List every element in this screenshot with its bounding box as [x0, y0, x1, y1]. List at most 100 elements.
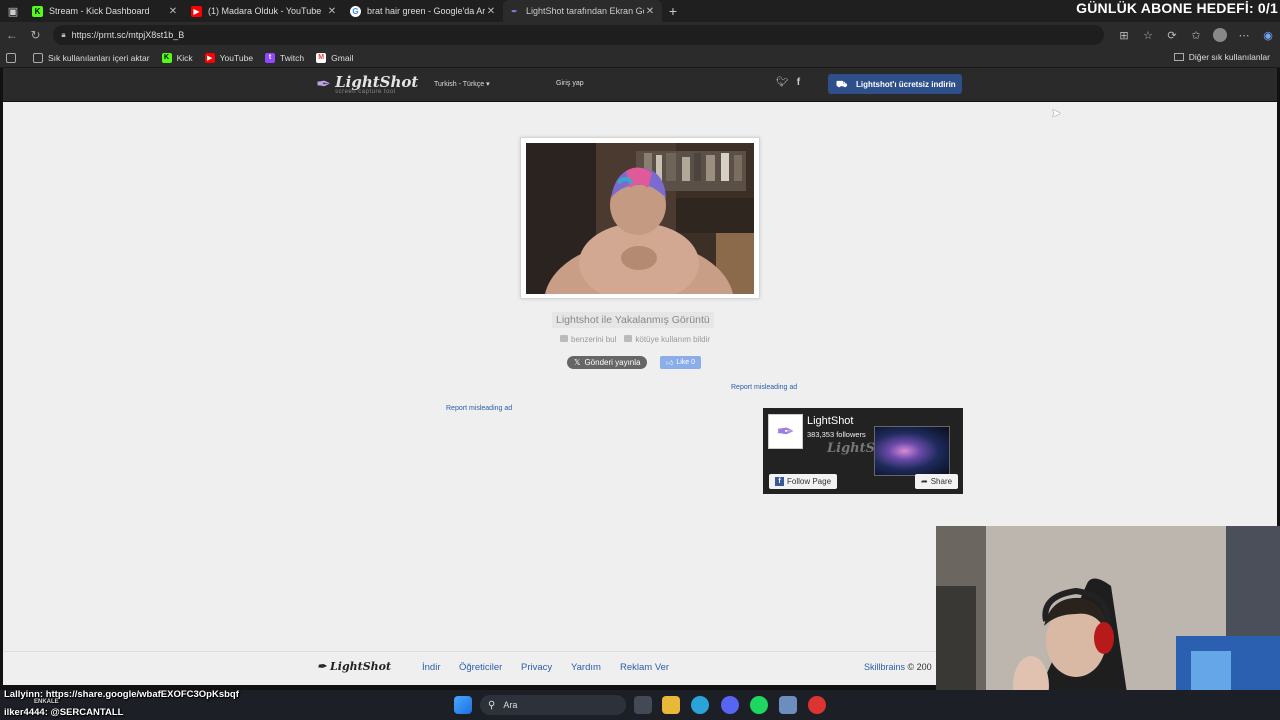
tab-label: (1) Madara Olduk - YouTube — [208, 6, 322, 16]
screenshot-photo — [526, 143, 754, 294]
bookmark-kick[interactable]: K Kick — [161, 52, 193, 63]
close-icon[interactable]: ✕ — [485, 6, 497, 17]
search-icon: ⚲ — [488, 699, 496, 711]
download-icon: ⛟ — [836, 79, 848, 89]
x-logo-icon: 𝕏 — [574, 358, 581, 367]
screenshot-actions: benzerini bul kötüye kullanım bildir — [560, 335, 710, 344]
back-icon[interactable]: ← — [0, 28, 24, 42]
footer-link-tutorials[interactable]: Öğreticiler — [459, 662, 502, 673]
app-icon[interactable] — [779, 696, 797, 714]
facebook-like-button[interactable]: 👍︎ Like 0 — [660, 356, 702, 369]
discord-icon[interactable] — [721, 696, 739, 714]
tweet-button[interactable]: 𝕏 Gönderi yayınla — [567, 356, 648, 369]
download-button[interactable]: ⛟ Lightshot'ı ücretsiz indirin — [828, 74, 962, 94]
report-ad-link[interactable]: Report misleading ad — [446, 405, 512, 412]
profile-avatar[interactable] — [1213, 28, 1228, 42]
browser-tab-strip: ▣ K Stream - Kick Dashboard ✕ ▶ (1) Mada… — [0, 0, 1280, 22]
bookmark-youtube[interactable]: ▶ YouTube — [204, 52, 254, 63]
tab-actions-icon[interactable]: ▣ — [0, 0, 26, 22]
taskbar-search-label: Ara — [503, 700, 518, 710]
footer-link-advertise[interactable]: Reklam Ver — [620, 662, 669, 673]
screenshot-frame — [520, 137, 760, 299]
footer-logo[interactable]: ✒ LightShot — [317, 660, 391, 673]
chat-small-label: ENKALE — [34, 699, 59, 705]
find-similar-label: benzerini bul — [571, 335, 617, 344]
report-abuse-link[interactable]: kötüye kullanım bildir — [624, 335, 710, 344]
bookmark-label: Gmail — [331, 52, 354, 63]
camera-icon — [560, 335, 568, 342]
folder-icon — [1173, 53, 1184, 61]
footer-link-privacy[interactable]: Privacy — [521, 662, 552, 673]
close-icon[interactable]: ✕ — [167, 6, 179, 17]
trash-icon — [624, 335, 633, 342]
taskbar-search[interactable]: ⚲ Ara — [480, 695, 626, 715]
bookmark-gmail[interactable]: M Gmail — [316, 52, 354, 63]
other-favorites-folder[interactable]: Diğer sık kullanılanlar — [1173, 52, 1270, 62]
share-icon: ➦ — [921, 477, 928, 486]
spotify-icon[interactable] — [750, 696, 768, 714]
kick-icon: K — [161, 52, 172, 63]
bookmark-label: Kick — [176, 52, 193, 63]
language-label: Turkish - Türkçe — [434, 81, 485, 88]
download-label: Lightshot'ı ücretsiz indirin — [856, 79, 956, 89]
page-avatar[interactable]: ✒ — [768, 414, 803, 449]
address-bar[interactable]: 🔒︎ https://prnt.sc/mtpjX8st1b_B — [53, 25, 1105, 45]
bookmarks-toggle[interactable] — [6, 52, 21, 63]
report-ad-link[interactable]: Report misleading ad — [731, 384, 797, 391]
new-tab-button[interactable]: + — [662, 3, 684, 19]
follow-page-button[interactable]: f Follow Page — [769, 474, 838, 489]
refresh-icon[interactable]: ↻ — [24, 28, 48, 42]
task-view-icon[interactable] — [634, 696, 652, 714]
footer-logo-text: LightShot — [330, 660, 392, 673]
find-similar-link[interactable]: benzerini bul — [560, 335, 616, 344]
favorites-icon[interactable]: ✩ — [1184, 29, 1208, 42]
bookmark-label: Twitch — [280, 52, 305, 63]
subscriber-goal-overlay: GÜNLÜK ABONE HEDEFİ: 0/1 — [1076, 0, 1278, 16]
screenshot-caption: Lightshot ile Yakalanmış Görüntü — [552, 312, 714, 328]
bookmark-twitch[interactable]: t Twitch — [265, 52, 305, 63]
like-label: Like 0 — [676, 359, 696, 366]
lightshot-icon: ✒ — [511, 6, 518, 16]
lightshot-logo[interactable]: ✒ LightShot screen capture tool — [316, 74, 418, 95]
star-icon[interactable]: ☆ — [1136, 29, 1160, 42]
thumbs-up-icon: 👍︎ — [666, 360, 674, 367]
footer-link-help[interactable]: Yardım — [571, 662, 601, 673]
sidebar-icon — [6, 52, 16, 63]
login-link[interactable]: Giriş yap — [556, 80, 584, 87]
import-favorites-label: Sık kullanılanları içeri aktar — [48, 52, 150, 63]
tab-label: LightShot tarafından Ekran Görün — [526, 6, 644, 16]
lock-icon: 🔒︎ — [61, 30, 66, 39]
tab-google[interactable]: G brat hair green - Google'da Ara ✕ — [344, 0, 503, 22]
close-icon[interactable]: ✕ — [326, 6, 338, 17]
start-icon[interactable] — [454, 696, 472, 714]
fb-followers: 383,353 followers — [807, 430, 866, 439]
copilot-icon[interactable]: ◉ — [1256, 29, 1280, 42]
close-icon[interactable]: ✕ — [644, 6, 656, 17]
app-grid-icon[interactable]: ⊞ — [1112, 29, 1136, 42]
facebook-icon[interactable]: f — [797, 77, 800, 88]
bookmark-label: YouTube — [219, 52, 254, 63]
edge-icon[interactable] — [691, 696, 709, 714]
obs-icon[interactable] — [808, 696, 826, 714]
share-button[interactable]: ➦ Share — [915, 474, 959, 489]
language-selector[interactable]: Turkish - Türkçe ▾ — [434, 80, 490, 88]
skillbrains-link[interactable]: Skillbrains — [864, 662, 905, 672]
twitch-icon: t — [265, 52, 276, 63]
tab-label: Stream - Kick Dashboard — [49, 6, 150, 16]
tab-youtube[interactable]: ▶ (1) Madara Olduk - YouTube ✕ — [185, 0, 344, 22]
footer-link-download[interactable]: İndir — [422, 662, 440, 673]
chevron-down-icon: ▾ — [486, 81, 490, 88]
chat-text: : https://share.google/wbafEXOFC3OpKsbqf — [39, 689, 239, 700]
tab-kick-dashboard[interactable]: K Stream - Kick Dashboard ✕ — [26, 0, 185, 22]
more-icon[interactable]: ⋯ — [1232, 29, 1256, 42]
tab-lightshot[interactable]: ✒ LightShot tarafından Ekran Görün ✕ — [503, 0, 662, 22]
file-explorer-icon[interactable] — [662, 696, 680, 714]
screenshot-image[interactable] — [526, 143, 754, 294]
import-favorites-link[interactable]: Sık kullanılanları içeri aktar — [33, 52, 150, 63]
extensions-icon[interactable]: ⟳ — [1160, 29, 1184, 42]
tab-label: brat hair green - Google'da Ara — [367, 6, 485, 16]
twitter-icon[interactable]: 🐦︎ — [776, 77, 789, 88]
fb-page-name[interactable]: LightShot — [807, 415, 853, 427]
other-favorites-label: Diğer sık kullanılanlar — [1188, 52, 1270, 62]
mouse-cursor-icon: ➤ — [1051, 106, 1062, 120]
